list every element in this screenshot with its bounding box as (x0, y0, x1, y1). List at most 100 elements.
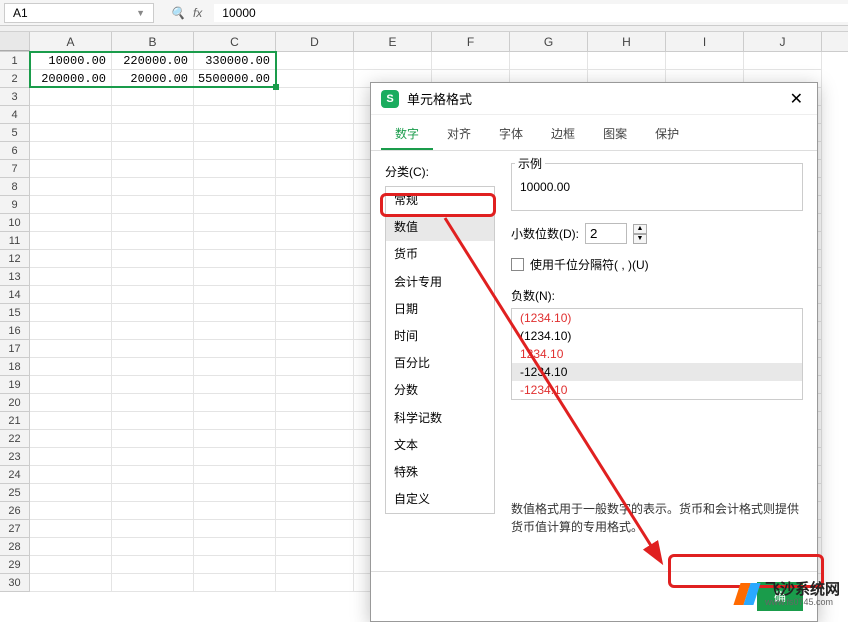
cell[interactable] (194, 250, 276, 268)
category-item[interactable]: 日期 (386, 296, 494, 323)
cell[interactable] (30, 502, 112, 520)
cell[interactable] (194, 502, 276, 520)
cell[interactable] (194, 232, 276, 250)
cell[interactable] (30, 160, 112, 178)
cell[interactable] (112, 124, 194, 142)
cell[interactable]: 220000.00 (112, 52, 194, 70)
row-header[interactable]: 21 (0, 412, 30, 430)
row-header[interactable]: 28 (0, 538, 30, 556)
cell[interactable] (30, 88, 112, 106)
negative-format-item[interactable]: (1234.10) (512, 309, 802, 327)
column-header[interactable]: J (744, 32, 822, 51)
thousands-checkbox[interactable] (511, 258, 524, 271)
cell[interactable] (194, 160, 276, 178)
cell[interactable] (30, 250, 112, 268)
category-item[interactable]: 分数 (386, 377, 494, 404)
cell[interactable] (194, 538, 276, 556)
cell[interactable] (30, 142, 112, 160)
cell[interactable] (194, 214, 276, 232)
category-item[interactable]: 时间 (386, 323, 494, 350)
cell[interactable] (112, 268, 194, 286)
spinner-up[interactable]: ▲ (633, 224, 647, 234)
category-item[interactable]: 会计专用 (386, 269, 494, 296)
cell[interactable] (432, 52, 510, 70)
cell[interactable] (112, 142, 194, 160)
cell[interactable]: 330000.00 (194, 52, 276, 70)
category-item[interactable]: 常规 (386, 187, 494, 214)
column-header[interactable]: H (588, 32, 666, 51)
category-item[interactable]: 数值 (386, 214, 494, 241)
cell[interactable] (194, 88, 276, 106)
cell[interactable] (276, 322, 354, 340)
cell[interactable] (112, 322, 194, 340)
negative-format-item[interactable]: 1234.10 (512, 345, 802, 363)
row-header[interactable]: 26 (0, 502, 30, 520)
formula-input[interactable]: 10000 (214, 4, 848, 22)
column-header[interactable]: D (276, 32, 354, 51)
tab-0[interactable]: 数字 (381, 119, 433, 150)
row-header[interactable]: 13 (0, 268, 30, 286)
column-header[interactable]: E (354, 32, 432, 51)
row-header[interactable]: 27 (0, 520, 30, 538)
cell[interactable] (276, 178, 354, 196)
cell[interactable] (30, 466, 112, 484)
cell[interactable] (194, 322, 276, 340)
cell[interactable] (276, 502, 354, 520)
name-box[interactable]: A1 ▼ (4, 3, 154, 23)
cell[interactable] (276, 88, 354, 106)
category-list[interactable]: 常规数值货币会计专用日期时间百分比分数科学记数文本特殊自定义 (385, 186, 495, 514)
cell[interactable] (194, 142, 276, 160)
row-header[interactable]: 24 (0, 466, 30, 484)
cell[interactable] (30, 178, 112, 196)
negative-format-item[interactable]: (1234.10) (512, 327, 802, 345)
cell[interactable] (112, 412, 194, 430)
cell[interactable] (276, 52, 354, 70)
negative-format-item[interactable]: -1234.10 (512, 381, 802, 399)
cell[interactable] (112, 250, 194, 268)
category-item[interactable]: 文本 (386, 432, 494, 459)
row-header[interactable]: 18 (0, 358, 30, 376)
cell[interactable]: 5500000.00 (194, 70, 276, 88)
cell[interactable] (276, 286, 354, 304)
dialog-titlebar[interactable]: S 单元格格式 ✕ (371, 83, 817, 115)
cell[interactable] (276, 574, 354, 592)
cell[interactable] (194, 448, 276, 466)
chevron-down-icon[interactable]: ▼ (136, 8, 145, 18)
cell[interactable] (588, 52, 666, 70)
zoom-icon[interactable]: 🔍 (170, 6, 185, 20)
close-button[interactable]: ✕ (786, 89, 807, 109)
cell[interactable] (276, 196, 354, 214)
cell[interactable] (112, 214, 194, 232)
cell[interactable] (30, 340, 112, 358)
cell[interactable] (276, 214, 354, 232)
category-item[interactable]: 科学记数 (386, 405, 494, 432)
cell[interactable] (30, 358, 112, 376)
cell[interactable] (194, 376, 276, 394)
category-item[interactable]: 特殊 (386, 459, 494, 486)
cell[interactable] (276, 124, 354, 142)
cell[interactable] (276, 412, 354, 430)
cell[interactable] (276, 268, 354, 286)
cell[interactable] (276, 376, 354, 394)
cell[interactable] (276, 556, 354, 574)
cell[interactable] (194, 556, 276, 574)
row-header[interactable]: 30 (0, 574, 30, 592)
cell[interactable] (112, 88, 194, 106)
row-header[interactable]: 9 (0, 196, 30, 214)
cell[interactable]: 10000.00 (30, 52, 112, 70)
cell[interactable] (112, 448, 194, 466)
cell[interactable] (112, 520, 194, 538)
cell[interactable] (112, 106, 194, 124)
row-header[interactable]: 29 (0, 556, 30, 574)
cell[interactable] (30, 322, 112, 340)
row-header[interactable]: 15 (0, 304, 30, 322)
cell[interactable] (112, 430, 194, 448)
cell[interactable] (276, 250, 354, 268)
cell[interactable] (276, 448, 354, 466)
cell[interactable]: 20000.00 (112, 70, 194, 88)
cell[interactable]: 200000.00 (30, 70, 112, 88)
tab-2[interactable]: 字体 (485, 119, 537, 150)
cell[interactable] (276, 106, 354, 124)
row-header[interactable]: 14 (0, 286, 30, 304)
row-header[interactable]: 5 (0, 124, 30, 142)
